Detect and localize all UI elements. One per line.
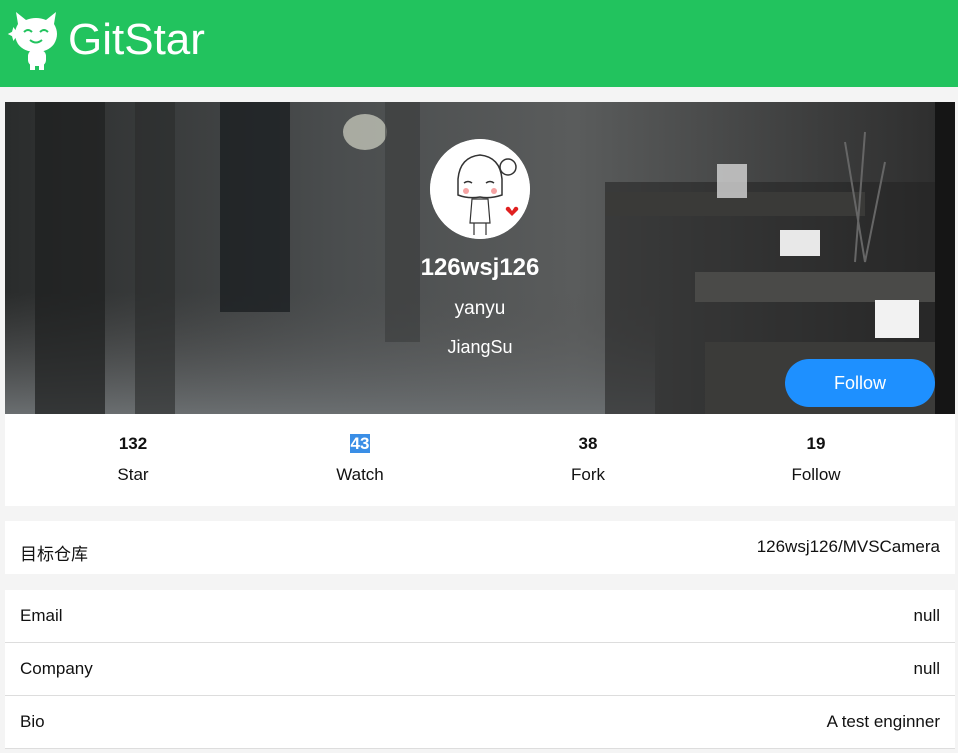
stats-bar: 132 Star 43 Watch 38 Fork 19 Follow	[5, 414, 955, 506]
details-card: Email null Company null Bio A test engin…	[5, 590, 955, 749]
detail-bio-value: A test enginner	[826, 712, 940, 731]
detail-row-email[interactable]: Email null	[5, 590, 955, 643]
avatar-image	[430, 139, 530, 239]
top-bar: GitStar	[0, 0, 958, 87]
stat-follow[interactable]: 19 Follow	[701, 414, 931, 506]
stat-fork[interactable]: 38 Fork	[473, 414, 703, 506]
cat-logo-icon[interactable]	[4, 10, 66, 70]
profile-location: JiangSu	[447, 337, 513, 357]
stat-fork-count: 38	[578, 434, 598, 453]
stat-star-count: 132	[118, 434, 148, 453]
stat-watch-label: Watch	[336, 465, 384, 484]
stat-star-label: Star	[117, 465, 149, 484]
detail-email-value: null	[913, 606, 940, 625]
detail-email-label: Email	[20, 606, 63, 625]
follow-button[interactable]: Follow	[785, 359, 935, 407]
profile-hero: 126wsj126 yanyu JiangSu Follow	[5, 102, 955, 414]
stat-star[interactable]: 132 Star	[18, 414, 248, 506]
target-repo-card: 目标仓库 126wsj126/MVSCamera	[5, 521, 955, 574]
target-repo-label: 目标仓库	[20, 545, 88, 564]
stat-follow-label: Follow	[791, 465, 841, 484]
stat-watch-count-wrap: 43	[245, 434, 475, 454]
detail-row-bio[interactable]: Bio A test enginner	[5, 696, 955, 749]
target-repo-value: 126wsj126/MVSCamera	[756, 537, 940, 556]
stat-follow-count: 19	[806, 434, 826, 453]
detail-company-value: null	[913, 659, 940, 678]
detail-company-label: Company	[20, 659, 93, 678]
detail-row-company[interactable]: Company null	[5, 643, 955, 696]
stat-watch[interactable]: 43 Watch	[245, 414, 475, 506]
profile-name: yanyu	[454, 298, 506, 319]
avatar[interactable]	[430, 139, 530, 239]
stat-fork-label: Fork	[571, 465, 605, 484]
stat-watch-count: 43	[349, 434, 371, 453]
profile-username: 126wsj126	[420, 254, 540, 281]
detail-bio-label: Bio	[20, 712, 45, 731]
target-repo-row[interactable]: 目标仓库 126wsj126/MVSCamera	[5, 521, 955, 574]
brand-title[interactable]: GitStar	[68, 14, 205, 66]
